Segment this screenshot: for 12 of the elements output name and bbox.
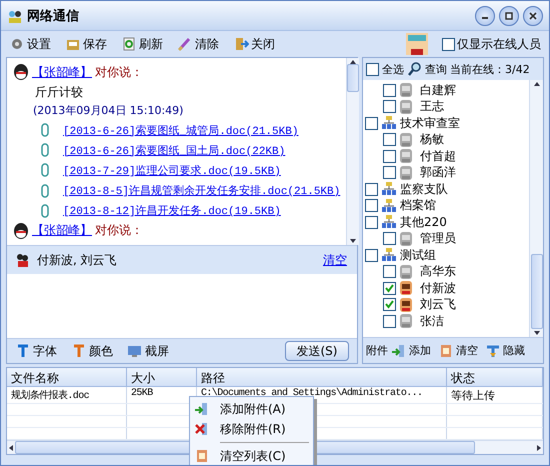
table-cell: 规划条件报表.doc	[7, 387, 127, 403]
window-title: 网络通信	[27, 8, 80, 24]
select-all-label: 全选	[382, 62, 404, 76]
table-cell: 等待上传	[447, 387, 543, 403]
online-count: 当前在线：3/42	[450, 62, 530, 76]
message-time: (2013年09月04日 15:10:49)	[32, 103, 184, 120]
message-text: 斤斤计较	[34, 84, 84, 102]
message-header: 对你说：	[95, 64, 143, 81]
recipient-names: 付新波, 刘云飞	[37, 252, 118, 268]
online-only-label: 仅显示在线人员	[457, 36, 541, 52]
attachment-label: 附件	[366, 343, 388, 358]
message-header: 对你说：	[95, 222, 143, 240]
